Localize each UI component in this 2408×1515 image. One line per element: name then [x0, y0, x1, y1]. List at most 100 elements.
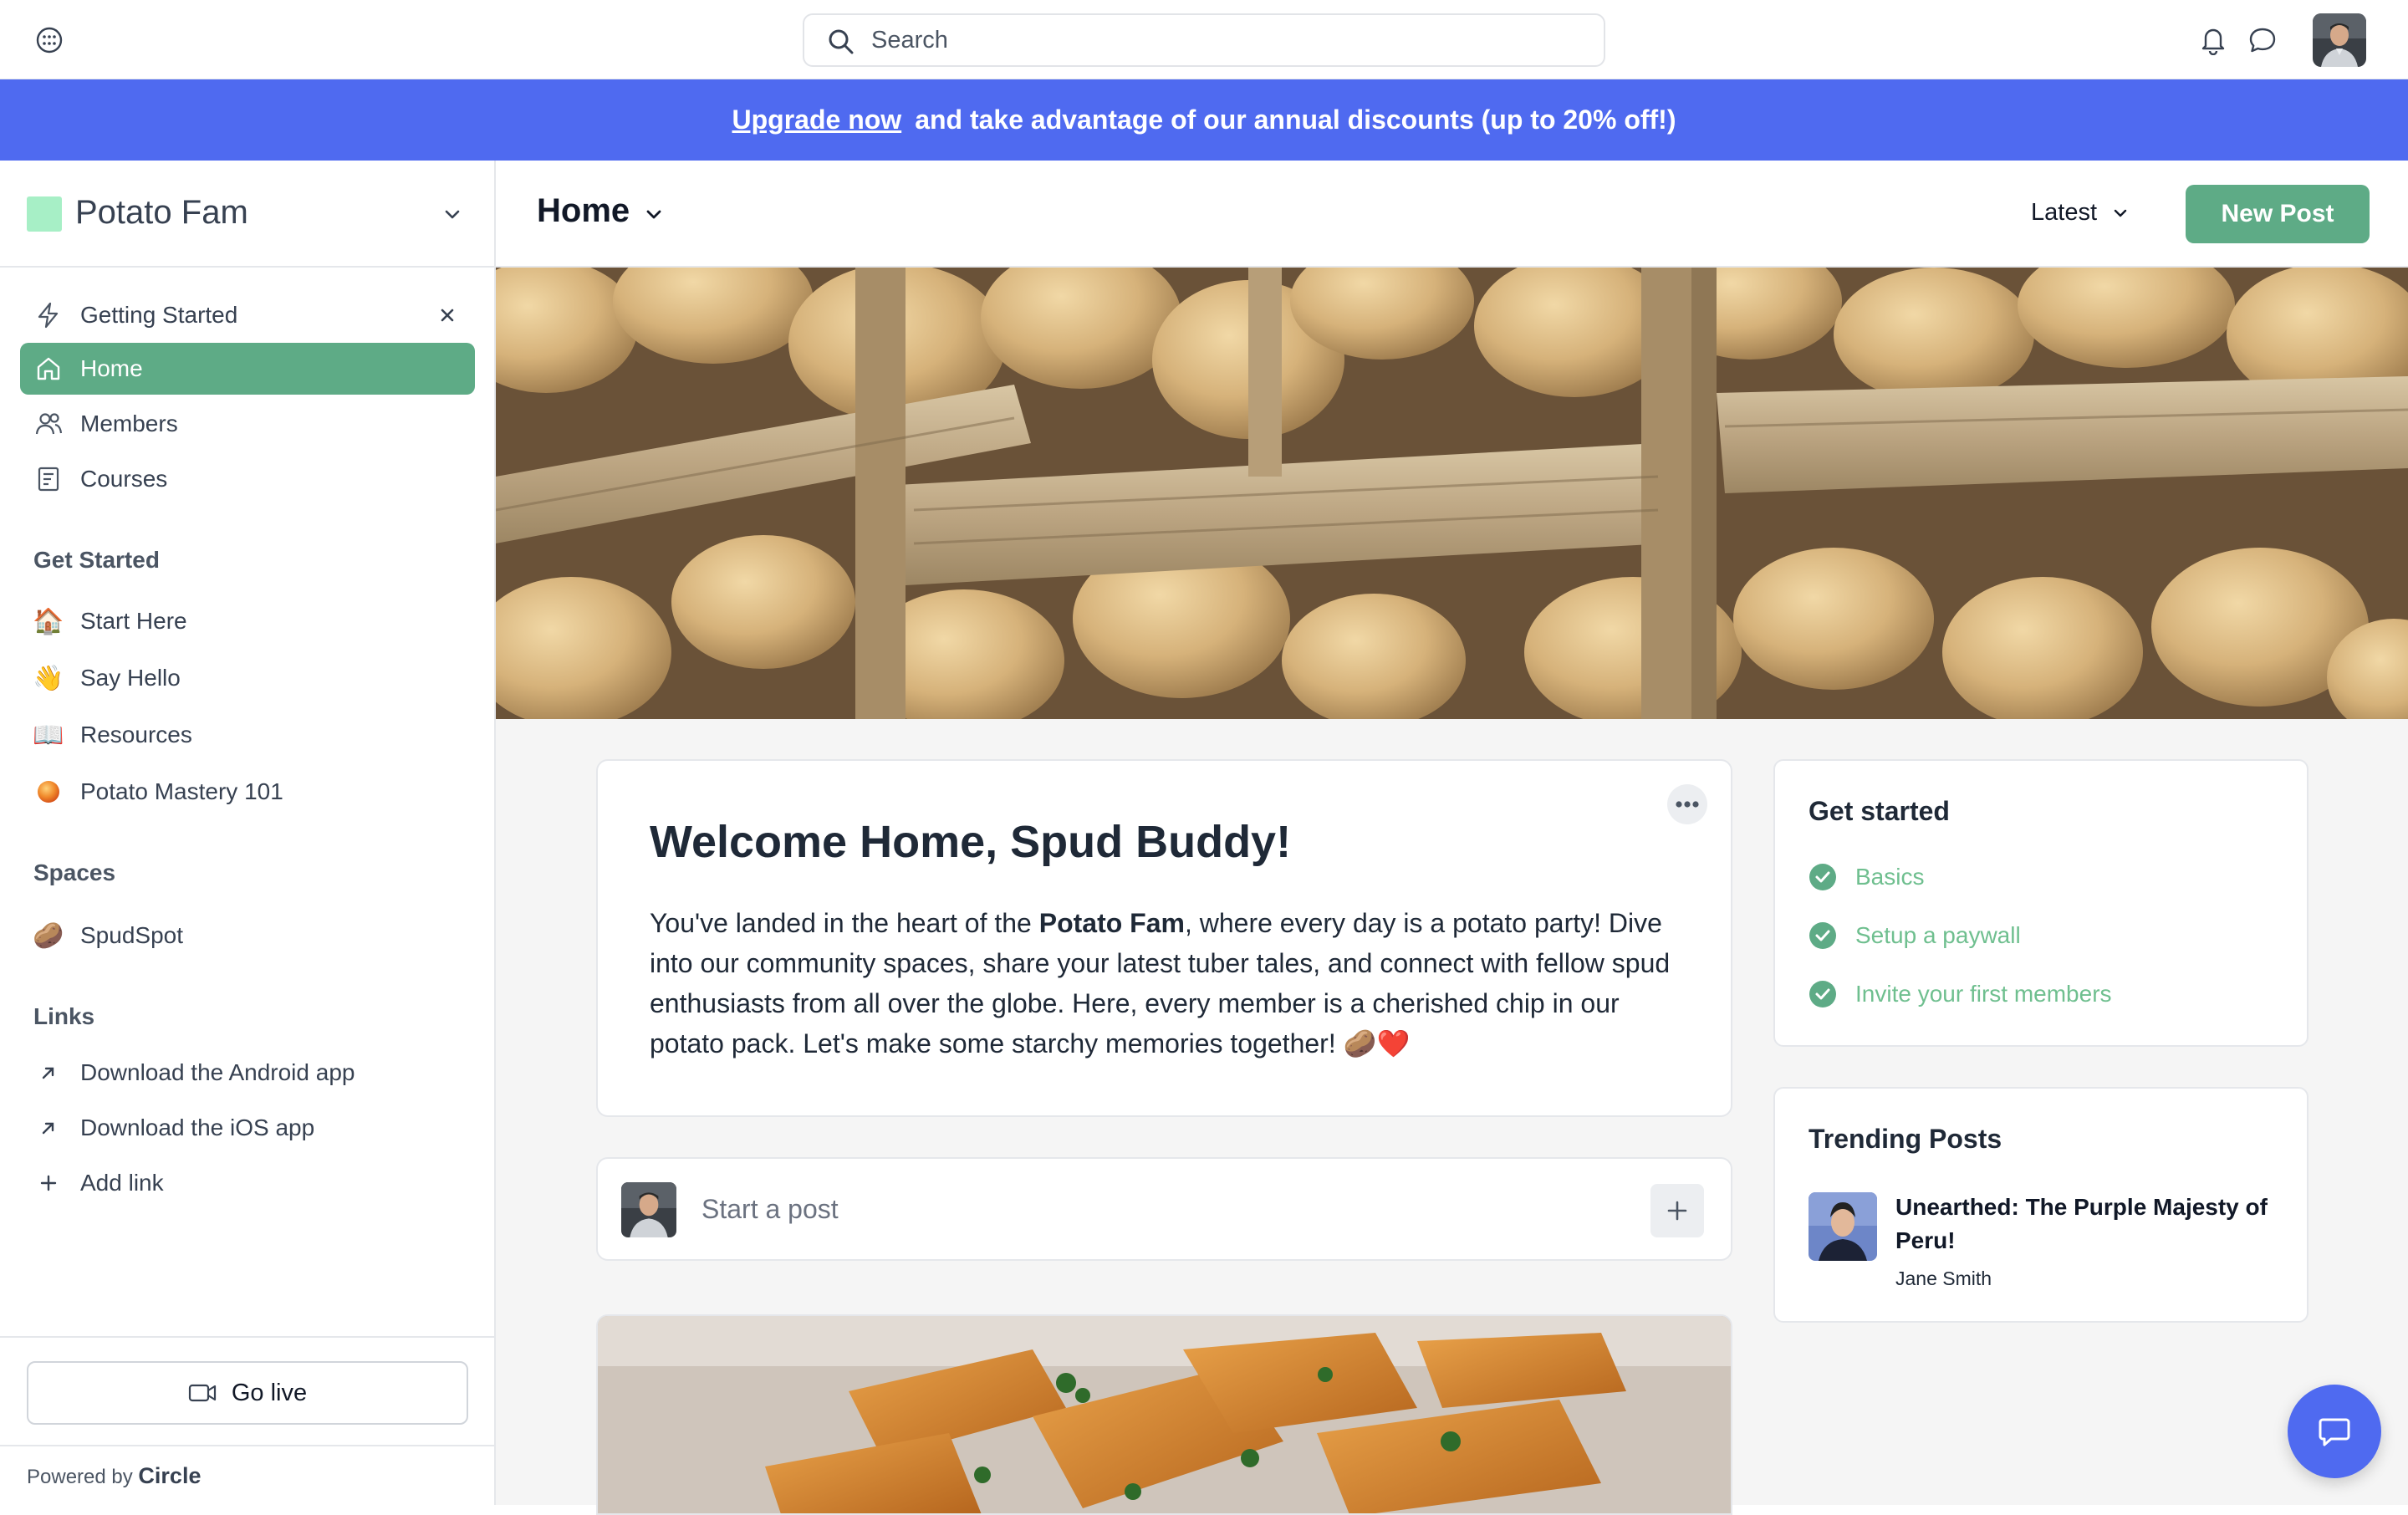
welcome-body-bold: Potato Fam — [1038, 908, 1185, 938]
arrow-up-right-icon — [33, 1113, 64, 1143]
sidebar-item-label: Start Here — [80, 608, 187, 634]
sidebar-item-potato-mastery[interactable]: Potato Mastery 101 — [20, 766, 475, 818]
main-header: Home Latest New Post — [496, 161, 2408, 268]
widget-title: Trending Posts — [1809, 1124, 2002, 1154]
welcome-heading: Welcome Home, Spud Buddy! — [650, 817, 1292, 867]
plus-icon[interactable] — [1650, 1184, 1704, 1237]
arrow-up-right-icon — [33, 1058, 64, 1088]
welcome-body-intro: You've landed in the heart of the — [650, 908, 1039, 938]
lightning-icon — [33, 300, 64, 330]
welcome-body: You've landed in the heart of the Potato… — [650, 903, 1678, 1064]
sidebar-item-label: Home — [80, 355, 143, 381]
section-title-spaces[interactable]: Spaces — [33, 860, 115, 886]
widget-title: Get started — [1809, 796, 1950, 826]
support-chat-button[interactable] — [2288, 1385, 2381, 1478]
powered-by-brand: Circle — [138, 1463, 202, 1488]
home-icon — [33, 354, 64, 384]
post-card-image[interactable] — [596, 1314, 1732, 1515]
search-input[interactable] — [871, 22, 1574, 59]
members-icon — [33, 409, 64, 439]
potato-emoji-icon: 🥔 — [33, 921, 64, 950]
sidebar-link-android[interactable]: Download the Android app — [20, 1047, 475, 1099]
sidebar-item-resources[interactable]: 📖 Resources — [20, 709, 475, 761]
video-camera-icon — [188, 1382, 232, 1404]
sidebar-item-members[interactable]: Members — [20, 398, 475, 450]
post-composer[interactable]: Start a post — [596, 1157, 1732, 1261]
trending-posts-widget: Trending Posts Unearthed: The Purple Maj… — [1773, 1087, 2309, 1323]
user-avatar[interactable] — [2313, 13, 2366, 67]
upgrade-link[interactable]: Upgrade now — [732, 105, 902, 135]
get-started-item-label: Setup a paywall — [1855, 922, 2021, 948]
sidebar-item-label: Getting Started — [80, 302, 238, 328]
sidebar-item-label: Members — [80, 411, 178, 436]
chevron-down-icon[interactable] — [641, 202, 666, 227]
sort-dropdown[interactable]: Latest — [2031, 199, 2130, 227]
wave-emoji-icon: 👋 — [33, 664, 64, 692]
chevron-down-icon[interactable] — [440, 202, 465, 227]
sidebar-item-home[interactable]: Home — [20, 343, 475, 395]
search-icon — [826, 27, 856, 57]
go-live-button[interactable]: Go live — [27, 1361, 468, 1425]
chat-bubble-icon[interactable] — [2247, 25, 2278, 55]
sidebar-item-courses[interactable]: Courses — [20, 453, 475, 505]
check-circle-icon — [1809, 921, 1855, 950]
close-icon[interactable] — [436, 304, 458, 326]
get-started-item-paywall[interactable]: Setup a paywall — [1809, 921, 2021, 950]
search-bar[interactable] — [803, 13, 1605, 67]
trending-post-author[interactable]: Jane Smith — [1895, 1268, 1992, 1290]
community-logo — [27, 196, 62, 232]
page-title[interactable]: Home — [537, 192, 630, 230]
welcome-card: Welcome Home, Spud Buddy! You've landed … — [596, 759, 1732, 1117]
orange-circle-icon — [33, 777, 64, 807]
new-post-button[interactable]: New Post — [2186, 185, 2370, 243]
courses-icon — [33, 464, 64, 494]
sidebar-item-start-here[interactable]: 🏠 Start Here — [20, 595, 475, 647]
go-live-area: Go live — [0, 1336, 494, 1438]
bell-icon[interactable] — [2199, 25, 2227, 55]
sidebar-add-link[interactable]: Add link — [20, 1157, 475, 1209]
community-switcher[interactable]: Potato Fam — [0, 161, 494, 268]
sidebar-item-say-hello[interactable]: 👋 Say Hello — [20, 652, 475, 704]
get-started-item-basics[interactable]: Basics — [1809, 863, 1924, 891]
sidebar-item-getting-started[interactable]: Getting Started — [20, 289, 475, 341]
chevron-down-icon — [2097, 203, 2130, 223]
sidebar-item-label: Potato Mastery 101 — [80, 778, 283, 804]
sidebar-item-label: Resources — [80, 722, 192, 747]
sidebar-link-ios[interactable]: Download the iOS app — [20, 1102, 475, 1154]
more-options-icon[interactable] — [1667, 784, 1707, 824]
sort-label: Latest — [2031, 199, 2097, 226]
powered-by[interactable]: Powered by Circle — [0, 1445, 494, 1505]
sidebar-item-label: Download the Android app — [80, 1059, 355, 1085]
get-started-item-label: Invite your first members — [1855, 981, 2112, 1007]
get-started-item-invite[interactable]: Invite your first members — [1809, 980, 2112, 1008]
check-circle-icon — [1809, 980, 1855, 1008]
powered-by-text: Powered by — [27, 1466, 133, 1488]
start-post-placeholder[interactable]: Start a post — [701, 1194, 839, 1225]
get-started-widget: Get started Basics Setup a paywall Invit… — [1773, 759, 2309, 1047]
go-live-label: Go live — [231, 1379, 308, 1406]
check-circle-icon — [1809, 863, 1855, 891]
sidebar-item-label: Add link — [80, 1170, 164, 1196]
plus-icon — [33, 1168, 64, 1198]
book-emoji-icon: 📖 — [33, 721, 64, 749]
avatar[interactable] — [1809, 1192, 1877, 1261]
sidebar-item-label: SpudSpot — [80, 922, 183, 948]
banner-text: and take advantage of our annual discoun… — [915, 105, 1676, 135]
sidebar-item-spudspot[interactable]: 🥔 SpudSpot — [20, 910, 475, 962]
section-title-get-started[interactable]: Get Started — [33, 547, 160, 574]
sidebar: Potato Fam Getting Started Home Members … — [0, 161, 496, 1505]
sidebar-item-label: Say Hello — [80, 665, 181, 691]
section-title-links[interactable]: Links — [33, 1003, 94, 1030]
upgrade-banner: Upgrade now and take advantage of our an… — [0, 79, 2408, 161]
chat-icon — [2316, 1413, 2353, 1450]
sidebar-item-label: Download the iOS app — [80, 1115, 315, 1140]
menu-dots-icon[interactable] — [35, 26, 64, 54]
house-emoji-icon: 🏠 — [33, 607, 64, 635]
top-bar — [0, 0, 2408, 79]
cover-image — [496, 268, 2408, 719]
get-started-item-label: Basics — [1855, 864, 1925, 890]
trending-post-title[interactable]: Unearthed: The Purple Majesty of Peru! — [1895, 1191, 2280, 1257]
community-name: Potato Fam — [75, 194, 248, 231]
sidebar-item-label: Courses — [80, 466, 168, 492]
avatar — [621, 1182, 676, 1237]
